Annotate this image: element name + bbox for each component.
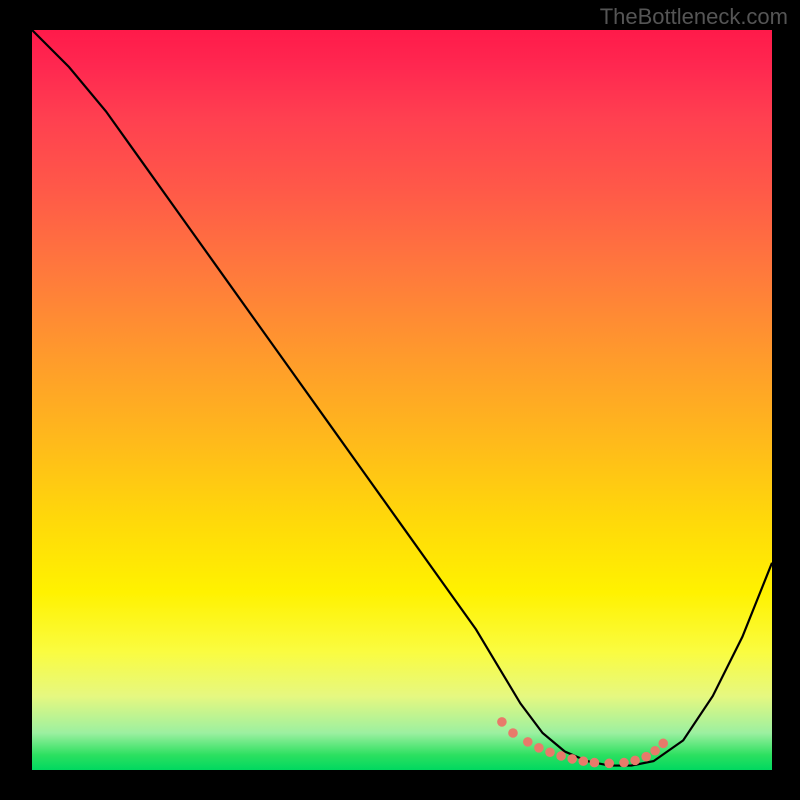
chart-svg	[32, 30, 772, 770]
marker-dot	[556, 751, 566, 761]
marker-dot	[545, 747, 555, 757]
marker-dot	[534, 743, 544, 753]
marker-dot	[590, 758, 600, 768]
marker-dot	[508, 728, 518, 738]
marker-dot	[604, 759, 614, 769]
marker-dot	[567, 754, 577, 764]
curve-path	[32, 30, 772, 766]
marker-dot	[630, 756, 640, 766]
marker-dot	[658, 739, 668, 749]
plot-area	[32, 30, 772, 770]
marker-dot	[619, 758, 629, 768]
marker-dot	[523, 737, 533, 747]
marker-dot	[641, 752, 651, 762]
marker-dot	[579, 756, 589, 766]
marker-dots	[497, 717, 668, 768]
watermark-text: TheBottleneck.com	[600, 4, 788, 30]
marker-dot	[497, 717, 507, 727]
marker-dot	[650, 746, 660, 756]
